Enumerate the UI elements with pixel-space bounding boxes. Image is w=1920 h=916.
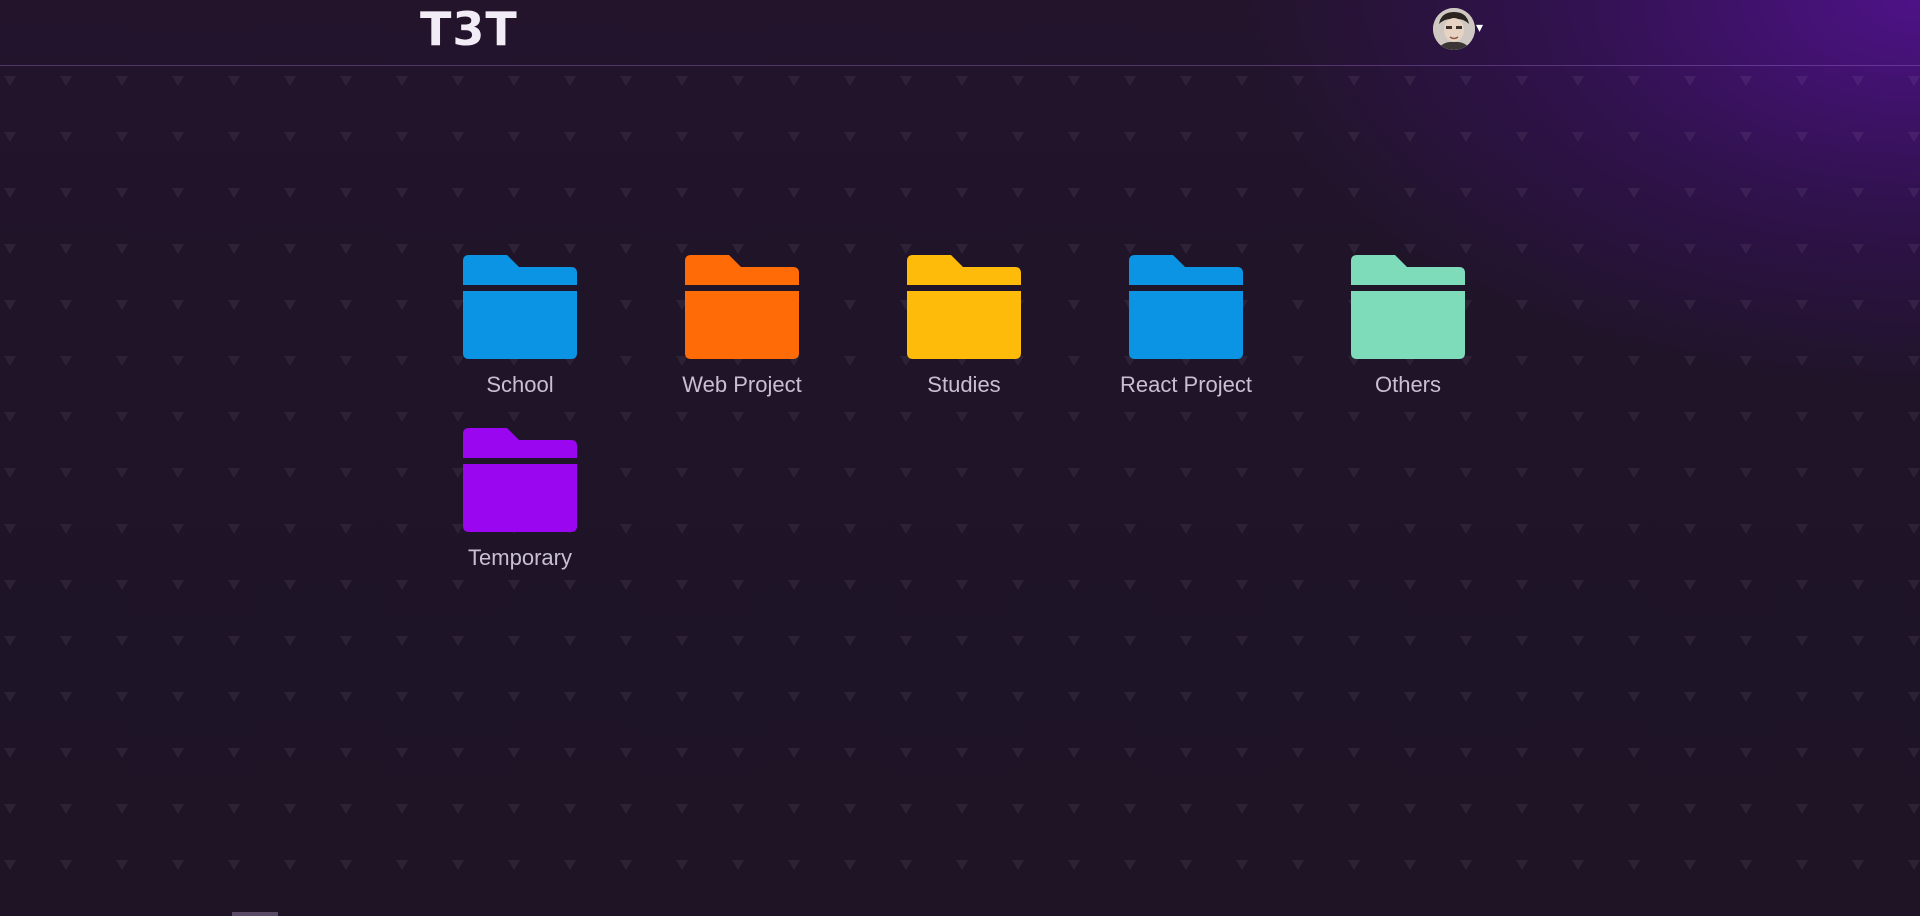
chevron-down-icon[interactable]: ▾ (1476, 19, 1483, 36)
folder-label[interactable]: Studies (927, 372, 1000, 398)
folder-icon[interactable] (907, 255, 1021, 363)
folder-label[interactable]: React Project (1120, 372, 1252, 398)
top-bar: T3T ▾ (0, 0, 1920, 66)
folder-react-project[interactable]: React Project (1116, 255, 1256, 398)
folder-icon[interactable] (463, 255, 577, 363)
folder-label[interactable]: School (486, 372, 553, 398)
folder-label[interactable]: Web Project (682, 372, 801, 398)
folder-icon[interactable] (463, 428, 577, 536)
user-menu-button[interactable]: ▾ (1433, 8, 1483, 50)
folder-grid: School Web Project Studies React Project… (450, 255, 1560, 571)
folder-icon[interactable] (685, 255, 799, 363)
folder-icon[interactable] (1129, 255, 1243, 363)
folder-others[interactable]: Others (1338, 255, 1478, 398)
folder-studies[interactable]: Studies (894, 255, 1034, 398)
folder-label[interactable]: Others (1375, 372, 1441, 398)
app-logo[interactable]: T3T (420, 2, 518, 56)
folder-temporary[interactable]: Temporary (450, 428, 590, 571)
folder-web-project[interactable]: Web Project (672, 255, 812, 398)
user-avatar[interactable] (1433, 8, 1475, 50)
horizontal-scrollbar[interactable] (232, 912, 278, 916)
folder-school[interactable]: School (450, 255, 590, 398)
folder-label[interactable]: Temporary (468, 545, 572, 571)
folder-icon[interactable] (1351, 255, 1465, 363)
